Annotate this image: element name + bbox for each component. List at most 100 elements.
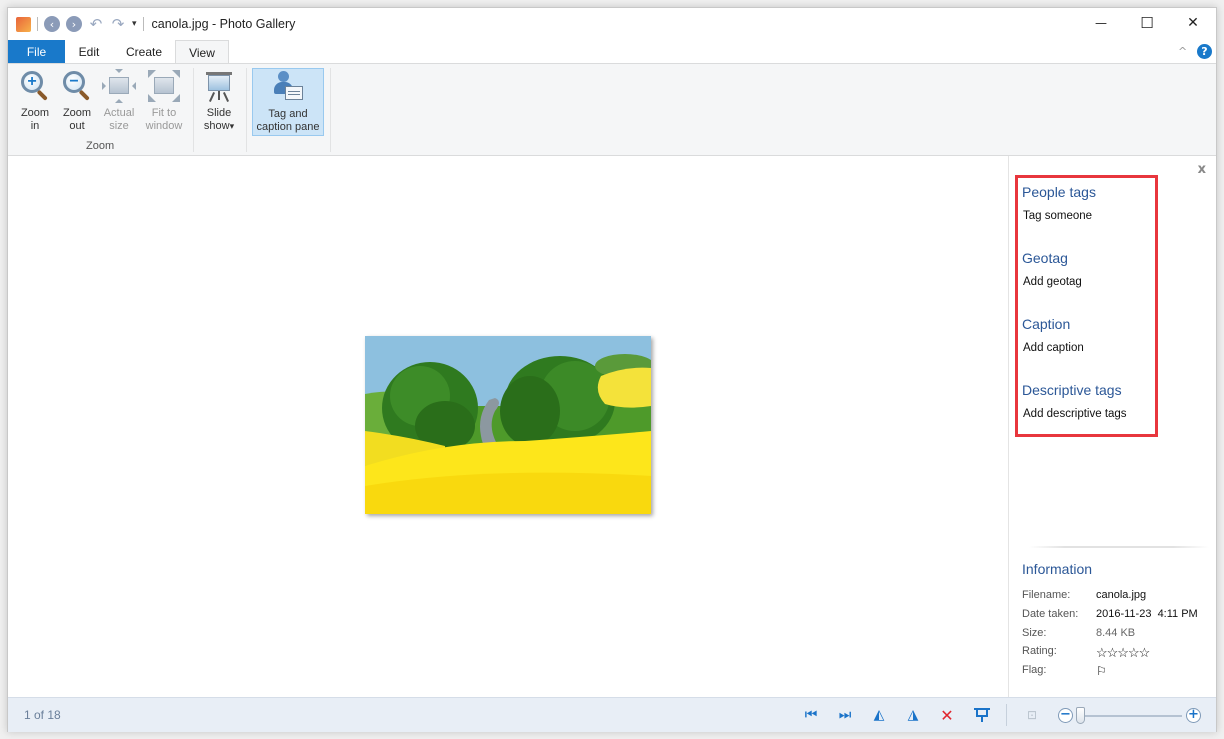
- skip-back-icon: ⏮: [804, 707, 818, 723]
- information-title: Information: [1022, 561, 1093, 577]
- info-size-row: Size: 8.44 KB: [1022, 627, 1135, 639]
- forward-icon[interactable]: ›: [66, 16, 82, 32]
- actual-size-button[interactable]: Actual size: [100, 68, 138, 136]
- rotate-right-button[interactable]: ◮: [903, 706, 923, 724]
- descriptive-tags-title: Descriptive tags: [1022, 382, 1122, 398]
- zoom-in-status-button[interactable]: +: [1186, 708, 1201, 723]
- fit-to-window-label-2: window: [145, 120, 183, 132]
- info-key: Size:: [1022, 627, 1047, 639]
- minimize-icon: —: [1095, 16, 1107, 30]
- tab-create[interactable]: Create: [116, 40, 172, 63]
- zoom-slider-thumb[interactable]: [1076, 707, 1085, 724]
- photo-gallery-window: ‹ › ↶ ↷ ▾ canola.jpg - Photo Gallery — ☐…: [7, 7, 1217, 732]
- slideshow-button[interactable]: Slide show▾: [200, 68, 238, 136]
- redo-icon[interactable]: ↷: [110, 15, 126, 33]
- undo-icon[interactable]: ↶: [88, 15, 104, 33]
- delete-icon: ✕: [940, 705, 954, 725]
- info-key: Rating:: [1022, 645, 1057, 657]
- info-separator: [1029, 546, 1209, 548]
- info-date-row: Date taken: 2016-11-23 4:11 PM: [1022, 608, 1198, 620]
- pane-close-button[interactable]: x: [1198, 162, 1206, 177]
- close-icon: x: [1197, 162, 1206, 177]
- tag-caption-pane: x People tags Tag someone Geotag Add geo…: [1008, 156, 1216, 697]
- zoom-slider-track[interactable]: [1082, 715, 1182, 717]
- maximize-icon: ☐: [1140, 14, 1154, 32]
- actual-size-icon: [102, 69, 136, 103]
- tab-edit[interactable]: Edit: [70, 40, 108, 63]
- dropdown-arrow-icon: ▾: [229, 121, 235, 131]
- close-button[interactable]: ✕: [1170, 8, 1216, 38]
- add-caption-link[interactable]: Add caption: [1023, 342, 1084, 354]
- zoom-out-status-button[interactable]: −: [1058, 708, 1073, 723]
- ribbon-separator: [193, 68, 194, 152]
- zoom-out-icon: −: [61, 70, 93, 102]
- plus-icon: +: [1188, 707, 1199, 722]
- info-key: Flag:: [1022, 664, 1047, 676]
- chevron-up-icon: ^: [1178, 45, 1188, 58]
- separator: [142, 17, 144, 31]
- minimize-button[interactable]: —: [1078, 8, 1124, 38]
- zoom-in-icon: +: [19, 70, 51, 102]
- ribbon-separator: [330, 68, 331, 152]
- title-bar: ‹ › ↶ ↷ ▾ canola.jpg - Photo Gallery — ☐…: [8, 8, 1216, 40]
- customize-qat-icon[interactable]: ▾: [132, 19, 137, 29]
- zoom-out-button[interactable]: − Zoom out: [58, 68, 96, 136]
- slideshow-label-text: show: [203, 120, 230, 132]
- zoom-in-label: Zoom: [20, 107, 50, 119]
- actual-size-label: Actual: [103, 107, 135, 119]
- caption-title: Caption: [1022, 316, 1071, 332]
- people-tags-title: People tags: [1022, 184, 1096, 200]
- rotate-left-icon: ◭: [873, 707, 885, 723]
- last-photo-button[interactable]: ⏭: [835, 706, 855, 724]
- rotate-right-icon: ◮: [907, 707, 919, 723]
- status-bar: 1 of 18 ⏮ ⏭ ◭ ◮ ✕ ⊡ − +: [8, 697, 1216, 732]
- tag-caption-pane-button[interactable]: Tag and caption pane: [252, 68, 324, 136]
- photo-count: 1 of 18: [24, 708, 61, 722]
- ribbon: + Zoom in − Zoom out Actual size Fit to …: [8, 63, 1216, 156]
- slideshow-label: Slide: [206, 107, 232, 119]
- geotag-title: Geotag: [1022, 250, 1068, 266]
- zoom-in-button[interactable]: + Zoom in: [16, 68, 54, 136]
- info-rating-row: Rating: ☆☆☆☆☆: [1022, 645, 1150, 661]
- slideshow-status-button[interactable]: [972, 706, 992, 724]
- back-icon[interactable]: ‹: [44, 16, 60, 32]
- fit-to-window-icon: [148, 70, 180, 102]
- tab-file[interactable]: File: [8, 40, 65, 63]
- actual-size-icon: ⊡: [1026, 708, 1038, 722]
- photo-canola[interactable]: [365, 336, 651, 514]
- delete-button[interactable]: ✕: [937, 705, 957, 725]
- rotate-left-button[interactable]: ◭: [869, 706, 889, 724]
- info-date-value[interactable]: 2016-11-23 4:11 PM: [1096, 608, 1198, 620]
- slideshow-icon: [974, 708, 990, 722]
- actual-size-status-button[interactable]: ⊡: [1022, 706, 1042, 724]
- zoom-out-label-2: out: [69, 120, 85, 132]
- fit-to-window-button[interactable]: Fit to window: [142, 68, 186, 136]
- actual-size-label-2: size: [109, 120, 129, 132]
- info-key: Filename:: [1022, 589, 1071, 601]
- slideshow-label-2: show▾: [204, 120, 234, 133]
- tag-someone-link[interactable]: Tag someone: [1023, 210, 1092, 222]
- info-filename-row: Filename: canola.jpg: [1022, 589, 1146, 601]
- photo-image: [365, 336, 651, 514]
- tab-view[interactable]: View: [175, 40, 229, 64]
- first-photo-button[interactable]: ⏮: [801, 706, 821, 724]
- rating-stars[interactable]: ☆☆☆☆☆: [1096, 645, 1150, 661]
- slideshow-icon: [203, 70, 235, 102]
- info-key: Date taken:: [1022, 608, 1079, 620]
- zoom-out-label: Zoom: [62, 107, 92, 119]
- flag-icon[interactable]: ⚐: [1096, 664, 1107, 678]
- quick-access-toolbar: ‹ › ↶ ↷ ▾ canola.jpg - Photo Gallery: [16, 14, 295, 34]
- info-filename-value: canola.jpg: [1096, 589, 1147, 601]
- close-icon: ✕: [1187, 15, 1199, 31]
- add-descriptive-tags-link[interactable]: Add descriptive tags: [1023, 408, 1127, 420]
- tag-caption-icon: [272, 71, 304, 103]
- ribbon-separator: [246, 68, 247, 152]
- window-title: canola.jpg - Photo Gallery: [151, 17, 296, 31]
- info-size-value: 8.44 KB: [1096, 627, 1136, 639]
- info-flag-row: Flag: ⚐: [1022, 664, 1107, 678]
- zoom-in-label-2: in: [30, 120, 40, 132]
- add-geotag-link[interactable]: Add geotag: [1023, 276, 1082, 288]
- collapse-ribbon-button[interactable]: ^: [1178, 40, 1187, 63]
- maximize-button[interactable]: ☐: [1124, 8, 1170, 38]
- help-button[interactable]: ?: [1197, 44, 1212, 59]
